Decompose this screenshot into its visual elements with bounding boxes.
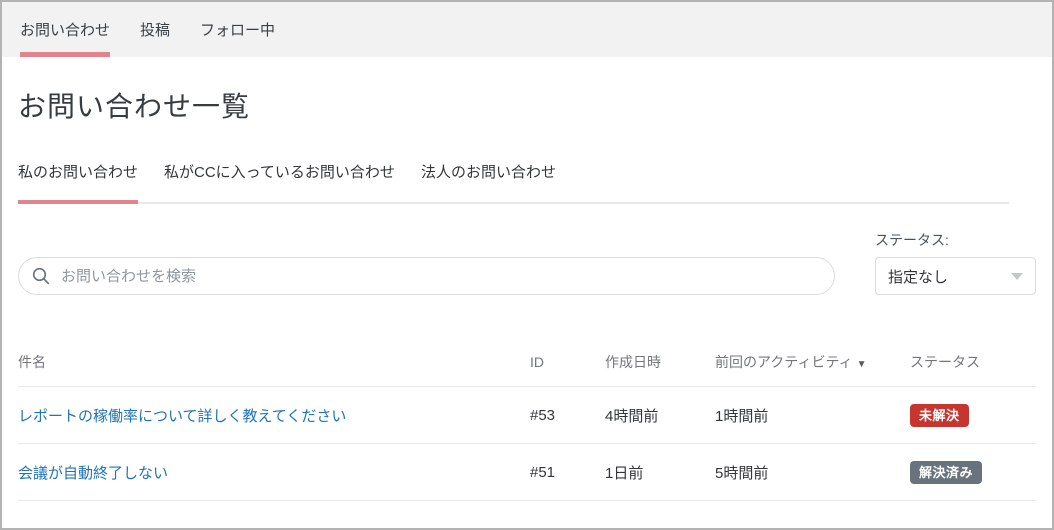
request-filter-tabs: 私のお問い合わせ 私がCCに入っているお問い合わせ 法人のお問い合わせ — [18, 161, 1009, 204]
status-filter-select[interactable]: 指定なし — [875, 257, 1036, 295]
status-badge: 解決済み — [910, 461, 982, 484]
status-filter-value: 指定なし — [888, 266, 948, 287]
tab-contributions-label: 投稿 — [140, 19, 170, 40]
request-subject-link[interactable]: 会議が自動終了しない — [18, 465, 168, 482]
status-filter-label: ステータス: — [875, 230, 1036, 250]
request-id: #53 — [530, 407, 605, 424]
header-id: ID — [530, 354, 605, 370]
tab-requests[interactable]: お問い合わせ — [20, 2, 110, 57]
status-badge: 未解決 — [910, 404, 969, 427]
chevron-down-icon — [1011, 273, 1023, 280]
header-created: 作成日時 — [605, 352, 715, 372]
top-tab-bar: お問い合わせ 投稿 フォロー中 — [2, 2, 1052, 57]
table-row: 会議が自動終了しない #51 1日前 5時間前 解決済み — [18, 444, 1036, 501]
search-icon — [32, 267, 50, 285]
tab-requests-label: お問い合わせ — [20, 19, 110, 40]
page-title: お問い合わせ一覧 — [18, 85, 1036, 125]
requests-page: お問い合わせ 投稿 フォロー中 お問い合わせ一覧 私のお問い合わせ 私がCCに入… — [0, 0, 1054, 530]
request-created: 1日前 — [605, 462, 715, 483]
search-input[interactable] — [18, 257, 835, 295]
request-created: 4時間前 — [605, 405, 715, 426]
requests-table: 件名 ID 作成日時 前回のアクティビティ▼ ステータス レポートの稼働率につい… — [18, 337, 1036, 501]
request-last-activity: 1時間前 — [715, 405, 910, 426]
subtab-organization-requests[interactable]: 法人のお問い合わせ — [421, 161, 556, 204]
subtab-my-requests[interactable]: 私のお問い合わせ — [18, 161, 138, 204]
header-subject: 件名 — [18, 352, 530, 372]
table-row: レポートの稼働率について詳しく教えてください #53 4時間前 1時間前 未解決 — [18, 387, 1036, 444]
request-id: #51 — [530, 464, 605, 481]
main-content: お問い合わせ一覧 私のお問い合わせ 私がCCに入っているお問い合わせ 法人のお問… — [2, 85, 1052, 501]
sort-descending-icon: ▼ — [857, 359, 867, 370]
filter-row: ステータス: 指定なし — [18, 230, 1036, 295]
tab-following-label: フォロー中 — [200, 19, 275, 40]
tab-following[interactable]: フォロー中 — [200, 2, 275, 57]
status-filter: ステータス: 指定なし — [875, 230, 1036, 295]
request-last-activity: 5時間前 — [715, 462, 910, 483]
request-subject-link[interactable]: レポートの稼働率について詳しく教えてください — [18, 408, 346, 425]
table-header-row: 件名 ID 作成日時 前回のアクティビティ▼ ステータス — [18, 337, 1036, 387]
search-box — [18, 257, 835, 295]
subtab-cc-requests[interactable]: 私がCCに入っているお問い合わせ — [164, 161, 395, 204]
header-status: ステータス — [910, 352, 1028, 372]
header-last-activity[interactable]: 前回のアクティビティ▼ — [715, 352, 910, 372]
tab-contributions[interactable]: 投稿 — [140, 2, 170, 57]
